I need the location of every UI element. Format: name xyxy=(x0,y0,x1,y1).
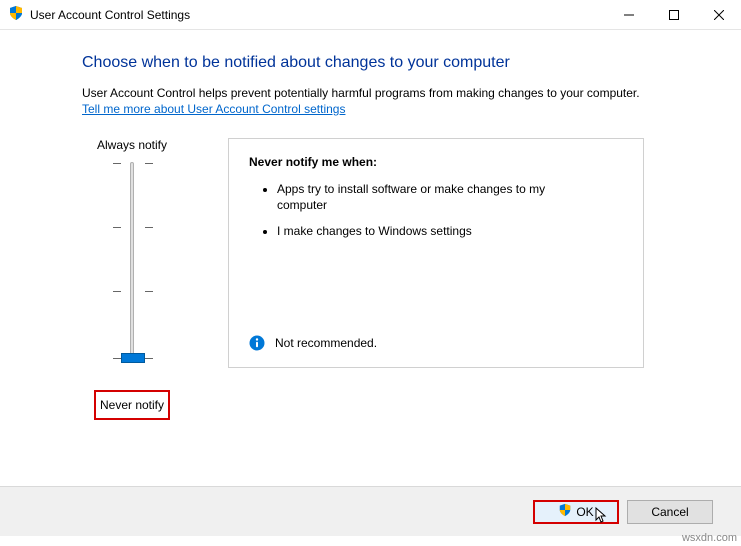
list-item: I make changes to Windows settings xyxy=(277,223,623,239)
help-link[interactable]: Tell me more about User Account Control … xyxy=(82,102,345,116)
info-title: Never notify me when: xyxy=(249,155,623,169)
slider-tick xyxy=(113,227,153,228)
info-footer: Not recommended. xyxy=(249,335,377,351)
info-icon xyxy=(249,335,265,351)
slider-column: Always notify Never notify xyxy=(82,138,182,420)
info-footer-text: Not recommended. xyxy=(275,336,377,350)
slider-track[interactable] xyxy=(82,162,182,372)
cancel-button[interactable]: Cancel xyxy=(627,500,713,524)
uac-shield-icon xyxy=(8,5,24,24)
slider-tick xyxy=(113,163,153,164)
info-list: Apps try to install software or make cha… xyxy=(249,181,623,240)
minimize-button[interactable] xyxy=(606,0,651,30)
info-panel: Never notify me when: Apps try to instal… xyxy=(228,138,644,368)
page-description: User Account Control helps prevent poten… xyxy=(82,86,693,100)
list-item: Apps try to install software or make cha… xyxy=(277,181,623,213)
maximize-button[interactable] xyxy=(651,0,696,30)
slider-thumb[interactable] xyxy=(121,353,145,363)
watermark: wsxdn.com xyxy=(682,532,737,544)
titlebar: User Account Control Settings xyxy=(0,0,741,30)
slider-label-top: Always notify xyxy=(82,138,182,152)
window-title: User Account Control Settings xyxy=(30,8,606,22)
footer-bar: OK Cancel xyxy=(0,486,741,536)
cancel-button-label: Cancel xyxy=(651,505,688,519)
ok-button[interactable]: OK xyxy=(533,500,619,524)
cursor-icon xyxy=(595,507,609,528)
slider-label-bottom: Never notify xyxy=(94,390,170,420)
main-area: Always notify Never notify Never notify … xyxy=(82,138,693,420)
ok-button-label: OK xyxy=(576,505,593,519)
close-button[interactable] xyxy=(696,0,741,30)
content-area: Choose when to be notified about changes… xyxy=(0,30,741,420)
uac-shield-icon xyxy=(558,503,572,520)
slider-tick xyxy=(113,291,153,292)
page-heading: Choose when to be notified about changes… xyxy=(82,54,693,72)
